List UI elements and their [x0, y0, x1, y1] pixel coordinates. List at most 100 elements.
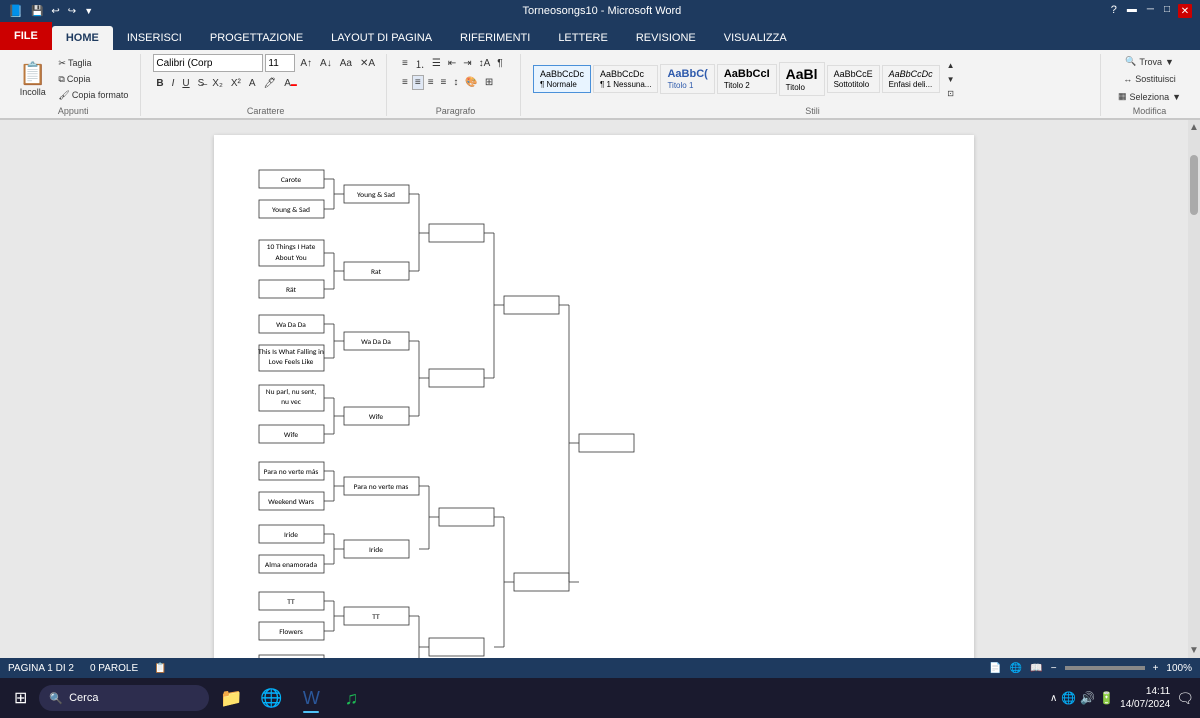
font-grow-btn[interactable]: A↑: [297, 56, 315, 71]
tab-riferimenti[interactable]: RIFERIMENTI: [446, 26, 544, 50]
style-normale[interactable]: AaBbCcDc¶ Normale: [533, 65, 591, 93]
seleziona-btn[interactable]: ▦ Seleziona ▼: [1113, 89, 1186, 104]
style-sottotitolo[interactable]: AaBbCcESottotitolo: [827, 65, 880, 93]
start-btn[interactable]: ⊞: [6, 681, 35, 715]
notification-btn[interactable]: 🗨: [1176, 690, 1194, 707]
trova-btn[interactable]: 🔍 Trova ▼: [1120, 54, 1179, 69]
audio-icon[interactable]: 🔊: [1080, 691, 1095, 705]
vertical-scrollbar[interactable]: ▲ ▼: [1188, 120, 1200, 658]
document-page: Carote Young & Sad 10 Things I Hate Abou…: [214, 135, 974, 658]
multilevel-btn[interactable]: ☰: [429, 54, 444, 73]
superscript-btn[interactable]: X²: [228, 76, 244, 91]
style-titolo[interactable]: AaBlTitolo: [779, 62, 825, 96]
svg-text:Wa Da Da: Wa Da Da: [361, 338, 391, 347]
chrome-icon: 🌐: [260, 688, 282, 709]
minimize-btn[interactable]: ─: [1147, 4, 1154, 18]
zoom-in-btn[interactable]: +: [1153, 663, 1159, 674]
tab-file[interactable]: FILE: [0, 22, 52, 50]
svg-text:Wife: Wife: [284, 431, 298, 440]
statusbar-right: 📄 🌐 📖 − + 100%: [989, 663, 1192, 674]
show-marks-btn[interactable]: ¶: [494, 54, 505, 73]
taskbar-chrome[interactable]: 🌐: [253, 681, 289, 715]
svg-text:Iride: Iride: [284, 531, 298, 540]
sort-btn[interactable]: ↕A: [476, 54, 494, 73]
tab-progettazione[interactable]: PROGETTAZIONE: [196, 26, 317, 50]
ribbon-toggle-icon[interactable]: ▬: [1127, 4, 1137, 18]
zoom-out-btn[interactable]: −: [1051, 663, 1057, 674]
view-read-btn[interactable]: 📖: [1030, 663, 1042, 674]
svg-text:Wife: Wife: [369, 413, 383, 422]
font-size-input[interactable]: [265, 54, 295, 72]
text-color-btn[interactable]: A▬: [281, 76, 300, 91]
redo-btn[interactable]: ↪: [68, 6, 76, 17]
styles-down-btn[interactable]: ▼: [944, 73, 958, 86]
zoom-slider[interactable]: [1065, 666, 1145, 670]
scroll-thumb[interactable]: [1190, 155, 1198, 215]
title-bar: 📘 💾 ↩ ↪ ▼ Torneosongs10 - Microsoft Word…: [0, 0, 1200, 22]
borders-btn[interactable]: ⊞: [482, 75, 496, 90]
taglia-btn[interactable]: ✂ Taglia: [54, 56, 132, 71]
style-nessuna[interactable]: AaBbCcDc¶ 1 Nessuna...: [593, 65, 658, 93]
customize-btn[interactable]: ▼: [84, 6, 93, 16]
ribbon: FILE HOME INSERISCI PROGETTAZIONE LAYOUT…: [0, 22, 1200, 120]
maximize-btn[interactable]: □: [1164, 4, 1170, 18]
sostituisci-btn[interactable]: ↔ Sostituisci: [1118, 72, 1181, 86]
document-scroll[interactable]: Carote Young & Sad 10 Things I Hate Abou…: [0, 120, 1188, 658]
view-print-btn[interactable]: 📄: [989, 663, 1001, 674]
help-icon[interactable]: ?: [1111, 4, 1117, 18]
decrease-indent-btn[interactable]: ⇤: [445, 54, 459, 73]
underline-btn[interactable]: U: [179, 76, 192, 91]
tab-layout[interactable]: LAYOUT DI PAGINA: [317, 26, 446, 50]
change-case-btn[interactable]: Aa: [337, 56, 355, 71]
quick-save[interactable]: 💾: [31, 6, 43, 17]
font-color-btn[interactable]: A: [246, 76, 259, 91]
style-enfasi[interactable]: AaBbCcDcEnfasi deli...: [882, 65, 940, 93]
increase-indent-btn[interactable]: ⇥: [460, 54, 474, 73]
taskbar-word[interactable]: W: [293, 681, 329, 715]
style-titolo1[interactable]: AaBbC(Titolo 1: [660, 64, 714, 94]
undo-btn[interactable]: ↩: [51, 6, 59, 17]
copia-btn[interactable]: ⧉ Copia: [54, 72, 132, 87]
shading-btn[interactable]: 🎨: [462, 75, 480, 90]
font-shrink-btn[interactable]: A↓: [317, 56, 335, 71]
tab-revisione[interactable]: REVISIONE: [622, 26, 710, 50]
view-web-btn[interactable]: 🌐: [1010, 663, 1022, 674]
taskbar-file-explorer[interactable]: 📁: [213, 681, 249, 715]
taskbar-search[interactable]: 🔍 Cerca: [39, 685, 209, 711]
clock[interactable]: 14:11 14/07/2024: [1120, 685, 1170, 711]
network-icon[interactable]: 🌐: [1061, 691, 1076, 705]
scroll-up-btn[interactable]: ▲: [1187, 120, 1200, 135]
align-center-btn[interactable]: ≡: [412, 75, 424, 90]
close-btn[interactable]: ✕: [1178, 4, 1192, 18]
tab-visualizza[interactable]: VISUALIZZA: [710, 26, 801, 50]
bold-btn[interactable]: B: [153, 76, 166, 91]
style-titolo2[interactable]: AaBbCcITitolo 2: [717, 64, 777, 94]
section-paragrafo: ≡ ⒈ ☰ ⇤ ⇥ ↕A ¶ ≡ ≡ ≡ ≡ ↕ 🎨 ⊞: [391, 54, 521, 116]
italic-btn[interactable]: I: [169, 76, 178, 91]
taskbar-spotify[interactable]: ♫: [333, 681, 369, 715]
font-name-input[interactable]: [153, 54, 263, 72]
tab-home[interactable]: HOME: [52, 26, 113, 50]
subscript-btn[interactable]: X₂: [209, 76, 226, 91]
clear-format-btn[interactable]: ✕A: [357, 56, 378, 71]
align-right-btn[interactable]: ≡: [425, 75, 437, 90]
highlight-btn[interactable]: 🖊: [261, 76, 280, 91]
bullets-btn[interactable]: ≡: [399, 54, 411, 73]
styles-more-btn[interactable]: ⊡: [944, 87, 958, 100]
line-spacing-btn[interactable]: ↕: [450, 75, 461, 90]
justify-btn[interactable]: ≡: [438, 75, 450, 90]
modifica-label: Modifica: [1113, 104, 1186, 116]
align-left-btn[interactable]: ≡: [399, 75, 411, 90]
svg-text:Flowers: Flowers: [279, 628, 303, 637]
tray-up-arrow[interactable]: ∧: [1050, 693, 1057, 704]
tab-inserisci[interactable]: INSERISCI: [113, 26, 196, 50]
battery-icon[interactable]: 🔋: [1099, 691, 1114, 705]
strikethrough-btn[interactable]: S̶: [195, 76, 208, 91]
incolla-btn[interactable]: 📋 Incolla: [14, 58, 51, 100]
copia-formato-btn[interactable]: 🖌 Copia formato: [54, 88, 132, 103]
tab-lettere[interactable]: LETTERE: [544, 26, 622, 50]
scroll-down-btn[interactable]: ▼: [1187, 643, 1200, 658]
styles-up-btn[interactable]: ▲: [944, 59, 958, 72]
numbering-btn[interactable]: ⒈: [412, 54, 428, 73]
search-placeholder: Cerca: [69, 692, 98, 704]
